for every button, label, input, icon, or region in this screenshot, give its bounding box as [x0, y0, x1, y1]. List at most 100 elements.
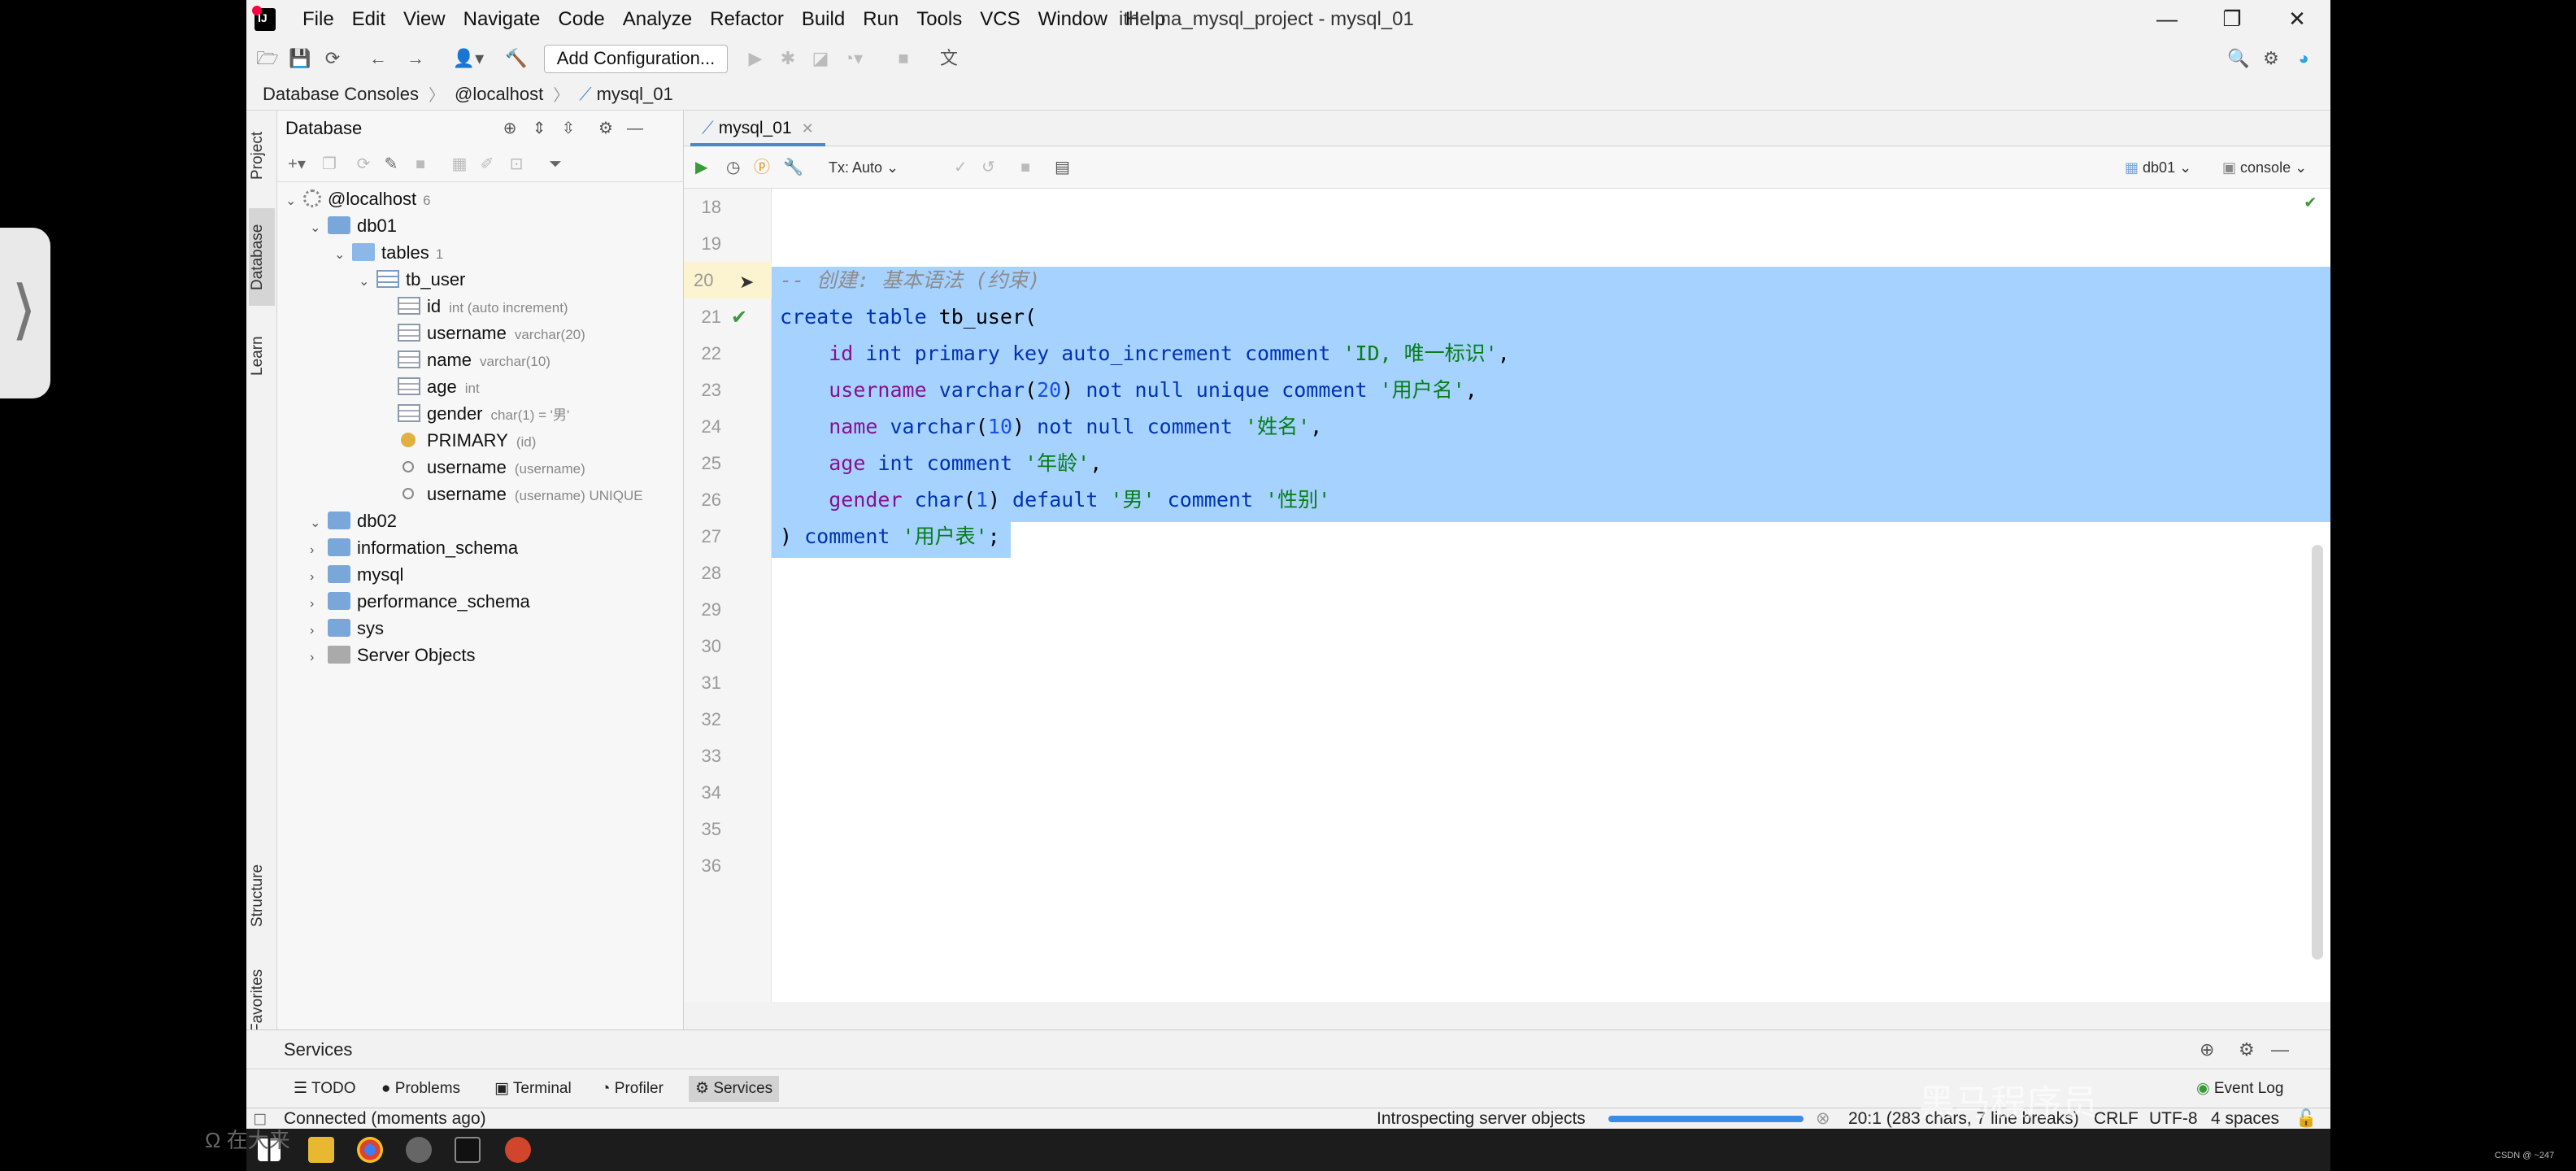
background-task[interactable]: Introspecting server objects — [1377, 1108, 1586, 1129]
tab-problems[interactable]: ● Problems — [375, 1076, 467, 1102]
translate-icon[interactable]: 文 — [938, 47, 960, 70]
file-explorer-icon[interactable] — [308, 1137, 334, 1163]
chevron-down-icon[interactable]: ⌄ — [359, 268, 376, 295]
commit-icon[interactable]: ✓ — [954, 156, 968, 179]
chevron-right-icon[interactable]: › — [310, 644, 328, 671]
breadcrumb-database-consoles[interactable]: Database Consoles — [263, 84, 419, 105]
hide-panel-icon[interactable]: — — [624, 117, 646, 140]
profile-icon[interactable]: ◔▾ — [842, 47, 864, 70]
tree-item-information-schema[interactable]: › information_schema — [310, 534, 518, 561]
side-panel-handle[interactable]: ⟩ — [0, 228, 50, 398]
tree-item-column-name[interactable]: name varchar(10) — [398, 346, 550, 373]
plugin-logo-icon[interactable]: ◕ — [2292, 47, 2315, 70]
rollback-icon[interactable]: ↺ — [981, 156, 995, 179]
refresh-icon[interactable]: ⟳ — [352, 153, 375, 176]
lock-icon[interactable]: 🔓 — [2295, 1108, 2317, 1129]
tree-item-column-gender[interactable]: gender char(1) = '男' — [398, 400, 569, 427]
app-icon[interactable] — [406, 1137, 432, 1163]
menu-build[interactable]: Build — [793, 0, 854, 39]
tree-item-db01[interactable]: ⌄ db01 — [310, 212, 397, 239]
build-hammer-icon[interactable]: 🔨 — [505, 47, 528, 70]
tool-tab-database[interactable]: Database — [249, 208, 275, 306]
line-separator[interactable]: CRLF — [2094, 1108, 2139, 1129]
run-icon[interactable]: ▶ — [744, 47, 767, 70]
open-folder-icon[interactable]: 🗁 — [256, 47, 279, 70]
chevron-down-icon[interactable]: ⌄ — [310, 215, 328, 242]
search-icon[interactable]: 🔍 — [2227, 47, 2250, 70]
locate-icon[interactable]: ⊕ — [498, 117, 521, 140]
breadcrumb-mysql-01[interactable]: mysql_01 — [597, 84, 673, 105]
tab-profiler[interactable]: ◔ Profiler — [594, 1076, 670, 1102]
tree-item-sys[interactable]: › sys — [310, 615, 384, 642]
chevron-right-icon[interactable]: › — [310, 590, 328, 617]
tool-tab-learn[interactable]: Learn — [249, 324, 275, 389]
parameters-icon[interactable]: ⓟ — [754, 156, 770, 179]
collapse-all-icon[interactable]: ⇳ — [557, 117, 580, 140]
add-configuration-button[interactable]: Add Configuration... — [544, 45, 728, 73]
back-icon[interactable]: ← — [367, 47, 389, 70]
tree-item-performance-schema[interactable]: › performance_schema — [310, 588, 530, 615]
history-icon[interactable]: ◷ — [726, 156, 740, 179]
edit-icon[interactable]: ✐ — [476, 153, 498, 176]
tab-event-log[interactable]: ◉ Event Log — [2190, 1076, 2290, 1102]
indent-setting[interactable]: 4 spaces — [2211, 1108, 2279, 1129]
stop-icon[interactable]: ■ — [409, 153, 432, 176]
file-encoding[interactable]: UTF-8 — [2149, 1108, 2198, 1129]
tree-item-server-objects[interactable]: › Server Objects — [310, 642, 476, 668]
restore-icon[interactable]: ❐ — [2200, 0, 2265, 39]
save-icon[interactable]: 💾 — [289, 47, 311, 70]
session-selector[interactable]: ▣ console ⌄ — [2222, 156, 2307, 179]
menu-vcs[interactable]: VCS — [971, 0, 1029, 39]
breadcrumb-localhost[interactable]: @localhost — [455, 84, 543, 105]
cancel-task-icon[interactable]: ⊗ — [1816, 1108, 1830, 1129]
tree-item-column-age[interactable]: age int — [398, 373, 480, 400]
settings-wrench-icon[interactable]: 🔧 — [783, 156, 803, 179]
menu-run[interactable]: Run — [854, 0, 907, 39]
sync-icon[interactable]: ⟳ — [321, 47, 344, 70]
output-layout-icon[interactable]: ▤ — [1055, 156, 1070, 179]
chevron-right-icon[interactable]: › — [310, 537, 328, 564]
chevron-right-icon[interactable]: › — [310, 564, 328, 590]
menu-file[interactable]: File — [294, 0, 343, 39]
menu-view[interactable]: View — [394, 0, 455, 39]
menu-tools[interactable]: Tools — [907, 0, 971, 39]
properties-icon[interactable]: ✎ — [380, 153, 402, 176]
code-editor[interactable]: ✔ -- 创建: 基本语法 (约束) create table tb_user(… — [772, 189, 2330, 1002]
table-view-icon[interactable]: ▦ — [448, 153, 471, 176]
expand-all-icon[interactable]: ⇕ — [528, 117, 550, 140]
tree-item-column-username[interactable]: username varchar(20) — [398, 320, 585, 346]
menu-code[interactable]: Code — [549, 0, 613, 39]
locate-icon[interactable]: ⊕ — [2200, 1030, 2214, 1069]
tool-tab-structure[interactable]: Structure — [249, 851, 275, 940]
minimize-icon[interactable]: — — [2134, 0, 2200, 39]
tree-item-index-username[interactable]: username (username) UNIQUE — [398, 481, 643, 507]
chevron-down-icon[interactable]: ⌄ — [334, 242, 352, 268]
menu-navigate[interactable]: Navigate — [455, 0, 550, 39]
stop-icon[interactable]: ■ — [892, 47, 915, 70]
hide-panel-icon[interactable]: — — [2271, 1030, 2289, 1069]
execute-icon[interactable]: ▶ — [695, 156, 707, 179]
filter-icon[interactable]: ⏷ — [544, 153, 567, 176]
chevron-right-icon[interactable]: › — [310, 617, 328, 644]
gear-icon[interactable]: ⚙ — [594, 117, 617, 140]
tree-item-key-username[interactable]: username (username) — [398, 454, 585, 481]
tool-tab-project[interactable]: Project — [249, 119, 275, 192]
chevron-down-icon[interactable]: ⌄ — [310, 510, 328, 537]
gear-icon[interactable]: ⚙ — [2260, 47, 2282, 70]
user-dropdown-icon[interactable]: 👤▾ — [450, 47, 487, 70]
menu-window[interactable]: Window — [1029, 0, 1116, 39]
chrome-icon[interactable] — [357, 1137, 383, 1163]
gear-icon[interactable]: ⚙ — [2239, 1030, 2255, 1069]
close-tab-icon[interactable]: ✕ — [802, 120, 814, 137]
cancel-query-icon[interactable]: ■ — [1020, 156, 1030, 179]
debug-icon[interactable]: ✱ — [777, 47, 799, 70]
tree-item-mysql[interactable]: › mysql — [310, 561, 403, 588]
add-icon[interactable]: +▾ — [285, 153, 308, 176]
menu-analyze[interactable]: Analyze — [614, 0, 701, 39]
tab-mysql-01[interactable]: ⟋ mysql_01 ✕ — [690, 111, 825, 146]
transaction-mode-dropdown[interactable]: Tx: Auto ⌄ — [829, 156, 899, 179]
tree-item-tables[interactable]: ⌄ tables 1 — [334, 239, 443, 266]
menu-edit[interactable]: Edit — [343, 0, 394, 39]
tab-services[interactable]: ⚙ Services — [689, 1076, 780, 1102]
powerpoint-icon[interactable] — [505, 1137, 531, 1163]
